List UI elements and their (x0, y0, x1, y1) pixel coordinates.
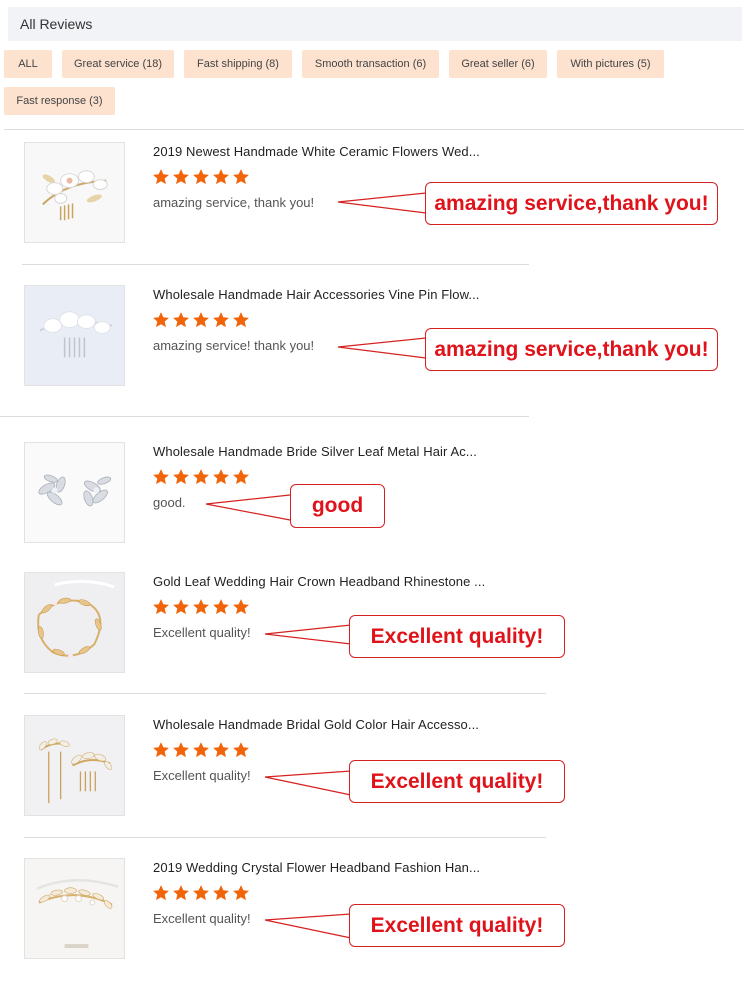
product-thumbnail[interactable] (24, 442, 125, 543)
divider (0, 416, 529, 417)
product-title[interactable]: Wholesale Handmade Hair Accessories Vine… (153, 287, 480, 302)
product-thumbnail[interactable] (24, 858, 125, 959)
star-icon (193, 169, 209, 185)
star-icon (173, 599, 189, 615)
product-thumbnail[interactable] (24, 572, 125, 673)
star-icon (213, 469, 229, 485)
callout-pointer (205, 494, 291, 521)
star-icon (173, 742, 189, 758)
star-icon (173, 169, 189, 185)
star-icon (193, 599, 209, 615)
reviews-header-title: All Reviews (20, 16, 93, 32)
gold-leaf-headband-image (25, 573, 124, 672)
star-icon (153, 742, 169, 758)
callout-annotation: Excellent quality! (349, 615, 565, 658)
star-icon (173, 469, 189, 485)
star-icon (153, 599, 169, 615)
review-item: Wholesale Handmade Bride Silver Leaf Met… (0, 442, 750, 572)
star-icon (233, 599, 249, 615)
product-thumbnail[interactable] (24, 285, 125, 386)
star-icon (193, 312, 209, 328)
review-comment: Excellent quality! (153, 768, 251, 783)
callout-annotation: good (290, 484, 385, 528)
callout-pointer (264, 770, 352, 796)
product-title[interactable]: Wholesale Handmade Bride Silver Leaf Met… (153, 444, 477, 459)
white-ceramic-flower-comb-image (25, 143, 124, 242)
product-thumbnail[interactable] (24, 142, 125, 243)
review-item: Gold Leaf Wedding Hair Crown Headband Rh… (0, 572, 750, 702)
star-rating (152, 168, 250, 186)
star-icon (173, 312, 189, 328)
review-comment: Excellent quality! (153, 911, 251, 926)
product-title[interactable]: 2019 Newest Handmade White Ceramic Flowe… (153, 144, 480, 159)
tag-all[interactable]: ALL (4, 50, 52, 78)
tag-fast-shipping[interactable]: Fast shipping (8) (184, 50, 292, 78)
callout-annotation: amazing service,thank you! (425, 182, 718, 225)
star-icon (233, 469, 249, 485)
reviews-header: All Reviews (8, 7, 742, 41)
vine-pin-flower-comb-image (25, 286, 124, 385)
callout-annotation: Excellent quality! (349, 904, 565, 947)
star-icon (213, 169, 229, 185)
star-icon (153, 469, 169, 485)
star-icon (193, 742, 209, 758)
review-comment: good. (153, 495, 186, 510)
tag-great-service[interactable]: Great service (18) (62, 50, 174, 78)
star-icon (153, 312, 169, 328)
tag-with-pictures[interactable]: With pictures (5) (557, 50, 664, 78)
star-rating (152, 598, 250, 616)
star-icon (213, 312, 229, 328)
product-title[interactable]: Gold Leaf Wedding Hair Crown Headband Rh… (153, 574, 485, 589)
review-item: 2019 Newest Handmade White Ceramic Flowe… (0, 142, 750, 272)
star-icon (213, 885, 229, 901)
review-comment: amazing service, thank you! (153, 195, 315, 210)
divider (4, 129, 744, 130)
star-icon (233, 742, 249, 758)
star-rating (152, 468, 250, 486)
callout-pointer (337, 192, 427, 214)
product-thumbnail[interactable] (24, 715, 125, 816)
star-icon (173, 885, 189, 901)
review-comment: amazing service! thank you! (153, 338, 315, 353)
review-item: 2019 Wedding Crystal Flower Headband Fas… (0, 858, 750, 982)
product-title[interactable]: Wholesale Handmade Bridal Gold Color Hai… (153, 717, 479, 732)
tag-great-seller[interactable]: Great seller (6) (449, 50, 547, 78)
gold-hair-pins-image (25, 716, 124, 815)
star-icon (233, 312, 249, 328)
star-icon (153, 169, 169, 185)
star-icon (213, 742, 229, 758)
tag-fast-response[interactable]: Fast response (3) (4, 87, 115, 115)
star-rating (152, 311, 250, 329)
callout-pointer (264, 624, 352, 645)
silver-leaf-hair-clips-image (25, 443, 124, 542)
star-icon (233, 885, 249, 901)
star-icon (213, 599, 229, 615)
callout-pointer (264, 913, 352, 939)
callout-annotation: Excellent quality! (349, 760, 565, 803)
review-item: Wholesale Handmade Bridal Gold Color Hai… (0, 715, 750, 845)
star-icon (193, 885, 209, 901)
review-comment: Excellent quality! (153, 625, 251, 640)
star-icon (233, 169, 249, 185)
star-rating (152, 884, 250, 902)
tag-smooth-transaction[interactable]: Smooth transaction (6) (302, 50, 439, 78)
review-item: Wholesale Handmade Hair Accessories Vine… (0, 285, 750, 415)
callout-annotation: amazing service,thank you! (425, 328, 718, 371)
star-icon (153, 885, 169, 901)
product-title[interactable]: 2019 Wedding Crystal Flower Headband Fas… (153, 860, 480, 875)
crystal-flower-headband-image (25, 859, 124, 958)
star-icon (193, 469, 209, 485)
callout-pointer (337, 337, 427, 359)
star-rating (152, 741, 250, 759)
